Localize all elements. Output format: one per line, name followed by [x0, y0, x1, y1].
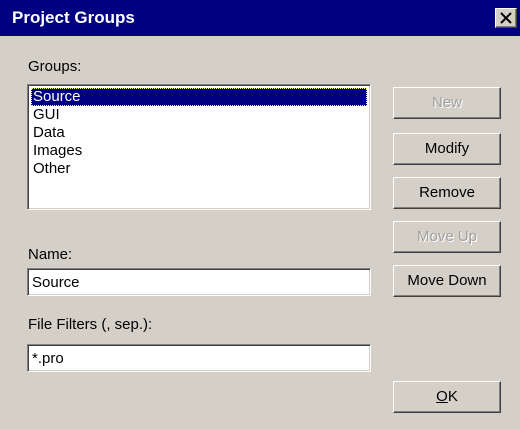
name-label: Name:	[28, 246, 73, 263]
close-icon	[500, 12, 512, 24]
groups-label: Groups:	[28, 58, 82, 75]
group-item-images[interactable]: Images	[31, 142, 367, 160]
window-title: Project Groups	[12, 8, 135, 27]
project-groups-dialog: Project Groups Groups: Source GUI Data I…	[0, 0, 520, 429]
group-item-gui[interactable]: GUI	[31, 106, 367, 124]
name-input-value: Source	[32, 274, 80, 291]
group-item-other[interactable]: Other	[31, 160, 367, 178]
ok-mnemonic: O	[436, 388, 448, 405]
ok-button[interactable]: OK	[393, 381, 501, 413]
modify-button[interactable]: Modify	[393, 133, 501, 165]
group-item-data[interactable]: Data	[31, 124, 367, 142]
file-filters-input-value: *.pro	[32, 350, 64, 367]
group-item-source[interactable]: Source	[31, 88, 367, 106]
remove-button[interactable]: Remove	[393, 177, 501, 209]
ok-label-rest: K	[447, 388, 458, 405]
close-button[interactable]	[495, 8, 517, 28]
file-filters-label: File Filters (, sep.):	[28, 316, 153, 333]
file-filters-input[interactable]: *.pro	[27, 344, 371, 372]
groups-listbox[interactable]: Source GUI Data Images Other	[27, 84, 371, 210]
title-bar[interactable]: Project Groups	[0, 0, 520, 36]
move-down-button[interactable]: Move Down	[393, 265, 501, 297]
new-button[interactable]: New	[393, 87, 501, 119]
name-input[interactable]: Source	[27, 268, 371, 296]
move-up-button[interactable]: Move Up	[393, 221, 501, 253]
